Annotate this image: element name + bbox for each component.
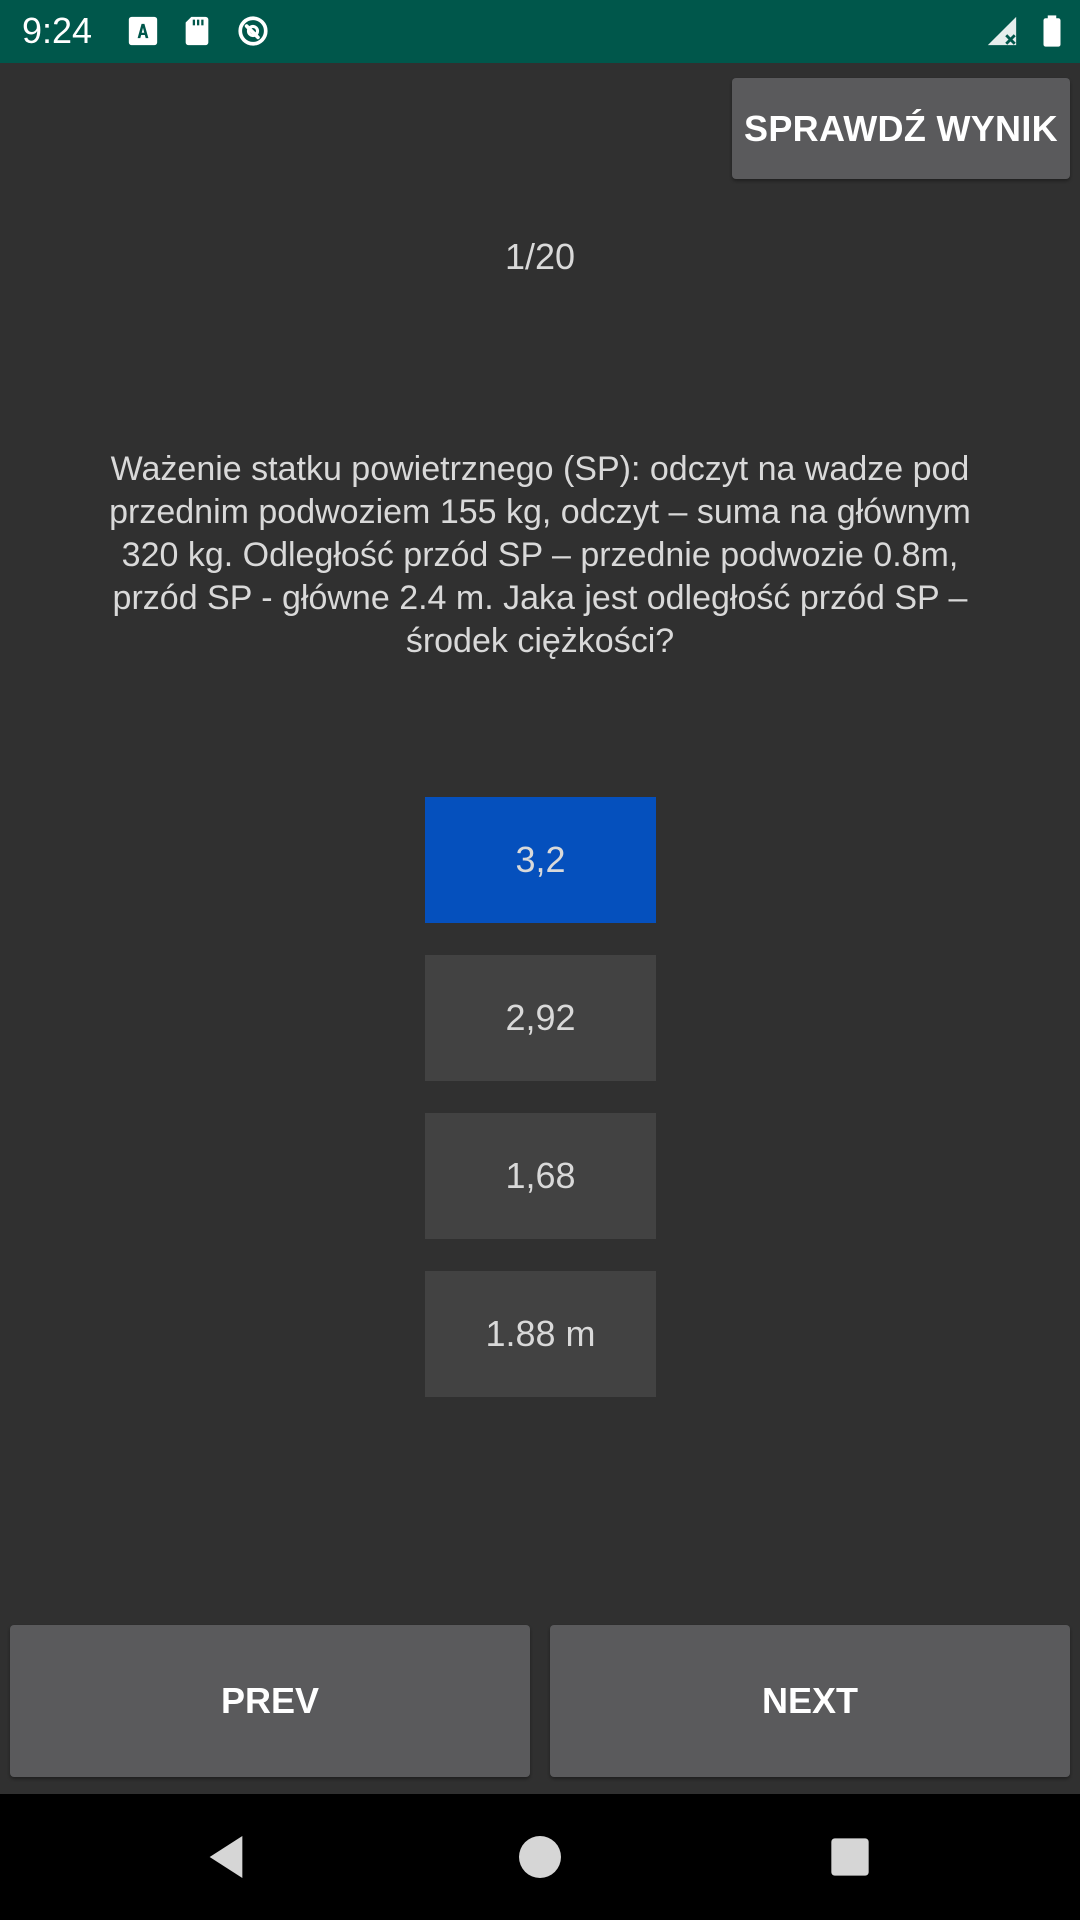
sync-circle-icon (238, 16, 268, 46)
font-download-icon (128, 16, 158, 46)
battery-icon (1043, 15, 1061, 47)
home-icon[interactable] (512, 1829, 568, 1885)
answer-option-1[interactable]: 3,2 (425, 797, 656, 923)
signal-no-data-icon (987, 16, 1017, 46)
answer-option-4[interactable]: 1.88 m (425, 1271, 656, 1397)
prev-button[interactable]: PREV (10, 1625, 530, 1777)
recents-icon[interactable] (822, 1829, 878, 1885)
status-time: 9:24 (22, 10, 93, 51)
question-counter: 1/20 (504, 236, 576, 277)
screen: 9:24 SPRAWDŹ WYNIK 1/20 Ważenie statku p… (0, 0, 1080, 1920)
question-text: Ważenie statku powietrznego (SP): odczyt… (109, 450, 971, 660)
system-nav-bar (0, 1794, 1080, 1920)
answer-option-3[interactable]: 1,68 (425, 1113, 656, 1239)
sd-card-icon (185, 16, 209, 46)
check-result-button[interactable]: SPRAWDŹ WYNIK (732, 78, 1070, 179)
answer-option-2[interactable]: 2,92 (425, 955, 656, 1081)
status-bar: 9:24 (0, 0, 1080, 63)
next-button[interactable]: NEXT (550, 1625, 1070, 1777)
back-icon[interactable] (198, 1829, 254, 1885)
